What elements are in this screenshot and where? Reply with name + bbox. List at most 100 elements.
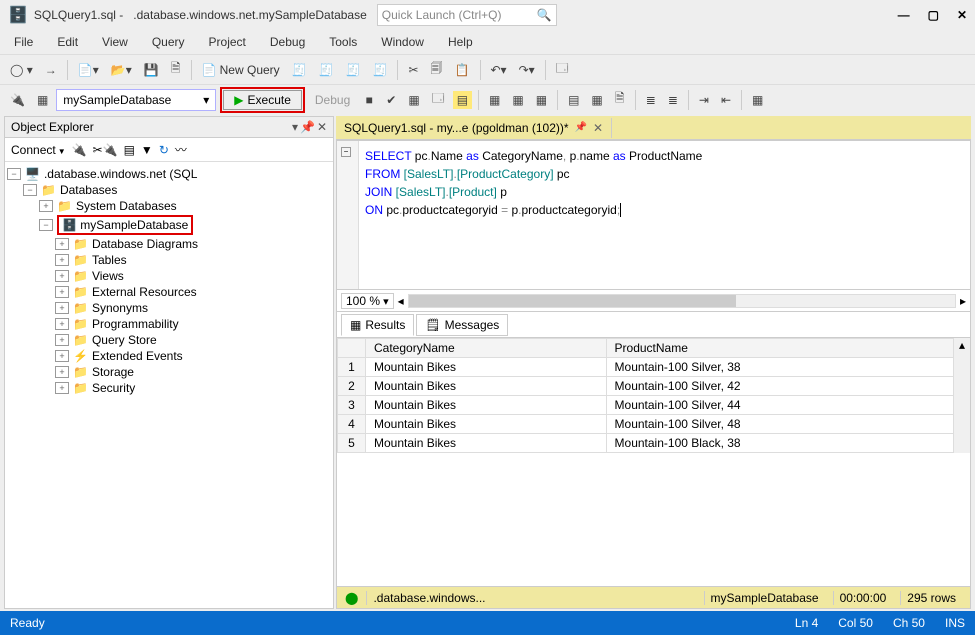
new-query-button[interactable]: 📄 New Query (198, 61, 284, 79)
col-categoryname[interactable]: CategoryName (366, 339, 607, 358)
toolbar-sql: 🔌 ▦ mySampleDatabase ▾ ▶ Execute Debug ■… (0, 84, 975, 114)
views-node[interactable]: Views (92, 269, 124, 283)
new-project-button[interactable]: 📄▾ (74, 61, 103, 79)
minimize-button[interactable]: — (898, 8, 910, 22)
menu-window[interactable]: Window (371, 33, 434, 51)
table-row: 2Mountain BikesMountain-100 Silver, 42 (338, 377, 954, 396)
databases-node[interactable]: Databases (60, 183, 117, 197)
scroll-left-icon[interactable]: ◂ (398, 294, 404, 308)
query-options-button[interactable]: 🗔 (428, 87, 449, 112)
results-grid[interactable]: CategoryNameProductName 1Mountain BikesM… (336, 338, 971, 587)
intellisense-button[interactable]: ▤ (453, 91, 472, 109)
tables-node[interactable]: Tables (92, 253, 127, 267)
pin-icon[interactable]: 📌 (300, 120, 315, 134)
redo-button[interactable]: ↷▾ (515, 61, 539, 79)
collapse-icon[interactable]: − (341, 147, 351, 157)
mysampledatabase-node[interactable]: mySampleDatabase (80, 218, 188, 232)
comment-button[interactable]: ≣ (642, 91, 660, 109)
close-tab-icon[interactable]: ✕ (593, 121, 603, 135)
open-file-button[interactable]: 📂▾ (107, 61, 136, 79)
quick-launch-input[interactable]: Quick Launch (Ctrl+Q) 🔍 (377, 4, 557, 26)
results-file-button[interactable]: 🗎 (611, 87, 629, 112)
status-rowcount: 295 rows (900, 591, 962, 605)
system-databases-node[interactable]: System Databases (76, 199, 177, 213)
object-explorer-toolbar: Connect 🔌 ✂🔌 ▤ ▼ ↻ 〰 (5, 138, 333, 162)
properties-button[interactable]: 🗔 (552, 57, 573, 82)
menu-view[interactable]: View (92, 33, 138, 51)
results-grid-button[interactable]: ▦ (587, 91, 606, 109)
close-panel-icon[interactable]: ✕ (317, 120, 327, 134)
database-selector[interactable]: mySampleDatabase ▾ (56, 89, 216, 111)
paste-button[interactable]: 📋 (451, 61, 474, 79)
change-connection-button[interactable]: 🔌 (6, 91, 29, 109)
xmla-button[interactable]: 🧾 (342, 61, 365, 79)
parse-button[interactable]: ✔ (382, 91, 400, 109)
server-node[interactable]: .database.windows.net (SQL (44, 167, 197, 181)
stop-button[interactable]: ■ (360, 91, 378, 109)
maximize-button[interactable]: ▢ (928, 8, 939, 22)
execute-button[interactable]: ▶ Execute (223, 90, 302, 110)
mdx-button[interactable]: 🧾 (288, 61, 311, 79)
menu-help[interactable]: Help (438, 33, 483, 51)
object-explorer-tree[interactable]: −🖥️.database.windows.net (SQL −📁Database… (5, 162, 333, 400)
debug-button[interactable]: Debug (309, 93, 356, 107)
activity-icon[interactable]: 〰 (175, 141, 187, 158)
dax-button[interactable]: 🧾 (369, 61, 392, 79)
stop-icon[interactable]: ▤ (124, 143, 135, 157)
extended-events-node[interactable]: Extended Events (92, 349, 183, 363)
disconnect-icon[interactable]: 🔌 (72, 143, 87, 157)
save-button[interactable]: 💾 (140, 61, 163, 79)
nav-fwd-button[interactable]: → (41, 61, 61, 79)
estimated-plan-button[interactable]: ▦ (404, 91, 423, 109)
specify-values-button[interactable]: ▦ (748, 91, 767, 109)
scroll-right-icon[interactable]: ▸ (960, 294, 966, 308)
live-stats-button[interactable]: ▦ (508, 91, 527, 109)
outdent-button[interactable]: ⇤ (717, 91, 735, 109)
actual-plan-button[interactable]: ▦ (485, 91, 504, 109)
menu-project[interactable]: Project (199, 33, 256, 51)
dmx-button[interactable]: 🧾 (315, 61, 338, 79)
close-button[interactable]: ✕ (957, 8, 967, 22)
horizontal-scrollbar[interactable] (408, 294, 956, 308)
results-tab[interactable]: ▦Results (341, 314, 414, 336)
synonyms-node[interactable]: Synonyms (92, 301, 148, 315)
autohide-icon[interactable]: ▾ (292, 120, 298, 134)
connect-button[interactable]: Connect (11, 143, 66, 157)
uncomment-button[interactable]: ≣ (664, 91, 682, 109)
folder-icon: 📁 (73, 285, 88, 299)
messages-tab[interactable]: 🗒Messages (416, 314, 508, 336)
security-node[interactable]: Security (92, 381, 135, 395)
indent-button[interactable]: ⇥ (695, 91, 713, 109)
sql-editor[interactable]: − SELECT pc.Name as CategoryName, p.name… (336, 140, 971, 290)
chevron-down-icon: ▾ (203, 93, 209, 107)
menu-debug[interactable]: Debug (260, 33, 315, 51)
document-tab[interactable]: SQLQuery1.sql - my...e (pgoldman (102))*… (336, 118, 612, 138)
undo-button[interactable]: ↶▾ (487, 61, 511, 79)
client-stats-button[interactable]: ▦ (532, 91, 551, 109)
storage-node[interactable]: Storage (92, 365, 134, 379)
refresh-icon[interactable]: ↻ (159, 143, 169, 157)
folder-icon: 📁 (73, 365, 88, 379)
cut-button[interactable]: ✂ (404, 61, 422, 79)
save-all-button[interactable]: 🗎 (167, 57, 185, 82)
db-diagrams-node[interactable]: Database Diagrams (92, 237, 198, 251)
pin-icon[interactable]: 📌 (575, 122, 587, 133)
zoom-selector[interactable]: 100 % ▾ (341, 293, 394, 309)
menu-query[interactable]: Query (142, 33, 195, 51)
query-store-node[interactable]: Query Store (92, 333, 157, 347)
copy-button[interactable]: 🗐 (427, 57, 447, 82)
disconnect-all-icon[interactable]: ✂🔌 (93, 143, 118, 157)
menu-edit[interactable]: Edit (47, 33, 88, 51)
col-productname[interactable]: ProductName (606, 339, 953, 358)
menu-file[interactable]: File (4, 33, 43, 51)
nav-back-button[interactable]: ◯ ▾ (6, 61, 37, 79)
table-row: 5Mountain BikesMountain-100 Black, 38 (338, 434, 954, 453)
vertical-scrollbar[interactable]: ▴ (954, 338, 970, 453)
results-text-button[interactable]: ▤ (564, 91, 583, 109)
external-resources-node[interactable]: External Resources (92, 285, 197, 299)
success-icon: ⬤ (345, 591, 358, 605)
status-ch: Ch 50 (893, 616, 925, 630)
programmability-node[interactable]: Programmability (92, 317, 179, 331)
filter-icon[interactable]: ▼ (141, 143, 153, 157)
menu-tools[interactable]: Tools (319, 33, 367, 51)
